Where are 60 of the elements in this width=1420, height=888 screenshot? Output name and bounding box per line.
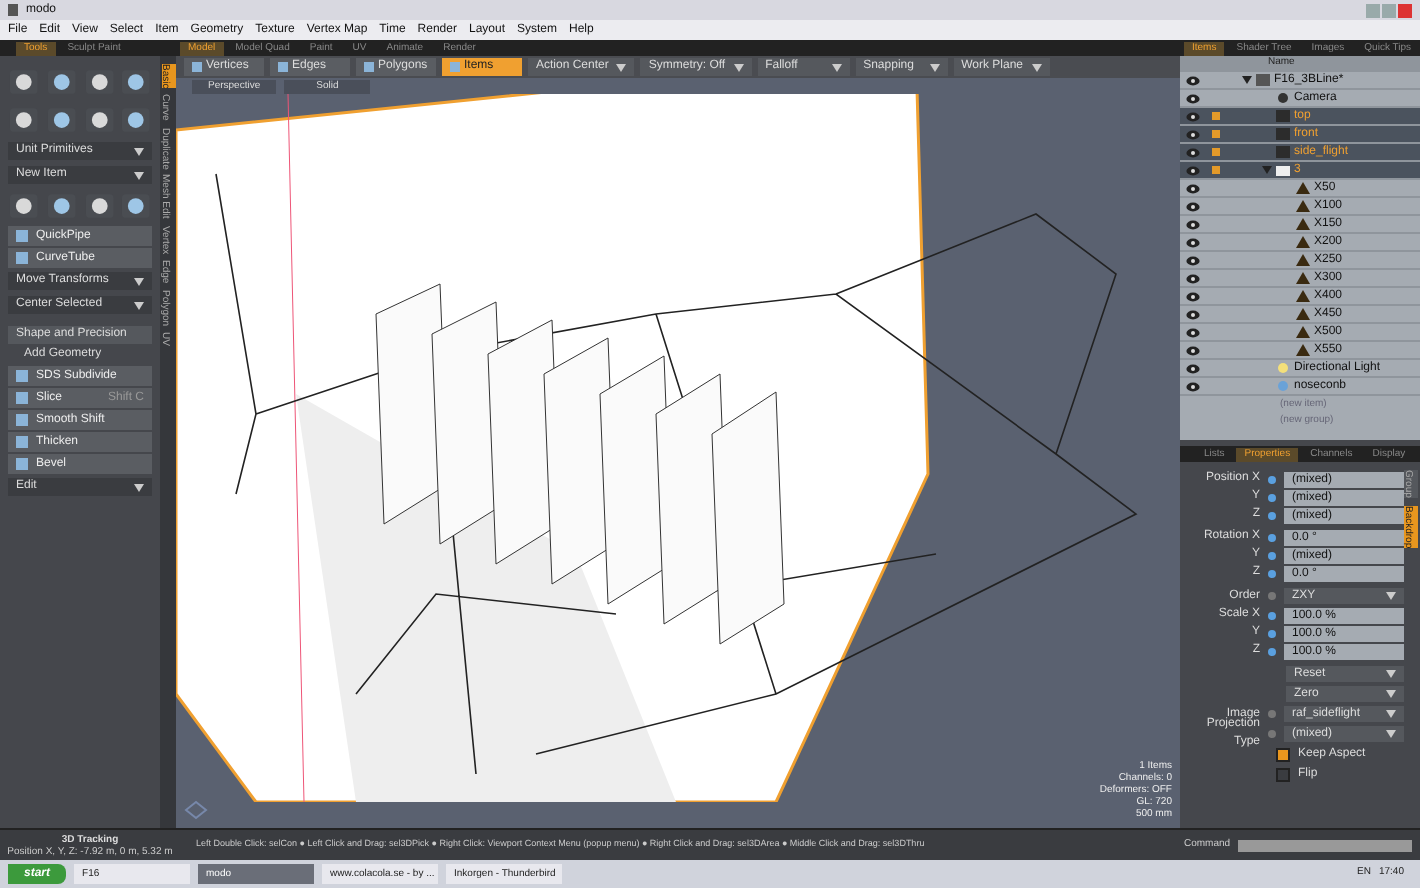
- tool-icon[interactable]: [120, 68, 152, 96]
- lock-icon: [1212, 112, 1220, 120]
- eye-icon[interactable]: [1185, 291, 1199, 301]
- eye-icon[interactable]: [1185, 309, 1199, 319]
- eye-icon[interactable]: [1185, 75, 1199, 85]
- eye-icon[interactable]: [1185, 381, 1199, 391]
- caret-icon: [134, 483, 144, 491]
- cube-icon: [450, 62, 460, 72]
- checkbox[interactable]: [1276, 747, 1290, 761]
- eye-icon[interactable]: [1185, 93, 1199, 103]
- tool-icon[interactable]: [45, 192, 77, 220]
- eye-icon[interactable]: [1185, 147, 1199, 157]
- expand-caret-icon[interactable]: [1242, 76, 1252, 84]
- lock-icon: [1212, 166, 1220, 174]
- cube-icon: [278, 62, 288, 72]
- caret-icon: [1031, 63, 1041, 71]
- caret-icon: [733, 63, 744, 71]
- caret-icon: [1386, 690, 1396, 698]
- lock-icon: [1212, 148, 1220, 156]
- checkbox[interactable]: [1276, 767, 1290, 781]
- tool-icon[interactable]: [83, 192, 115, 220]
- eye-icon[interactable]: [1185, 255, 1199, 265]
- eye-icon[interactable]: [1185, 273, 1199, 283]
- eye-icon[interactable]: [1185, 237, 1199, 247]
- eye-icon[interactable]: [1185, 129, 1199, 139]
- tool-icon[interactable]: [45, 106, 77, 134]
- tool-icon[interactable]: [83, 106, 115, 134]
- caret-icon: [134, 301, 144, 309]
- cube-icon: [192, 62, 202, 72]
- tool-icon[interactable]: [120, 192, 152, 220]
- tool-icon[interactable]: [83, 68, 115, 96]
- tool-icon[interactable]: [45, 68, 77, 96]
- caret-icon: [134, 277, 144, 285]
- caret-icon: [134, 147, 144, 155]
- tool-icon[interactable]: [8, 106, 40, 134]
- eye-icon[interactable]: [1185, 327, 1199, 337]
- caret-icon: [1386, 670, 1396, 678]
- caret-icon: [929, 63, 940, 71]
- axis-icon: [184, 800, 208, 820]
- eye-icon[interactable]: [1185, 111, 1199, 121]
- lock-icon: [1212, 130, 1220, 138]
- tool-icon[interactable]: [8, 192, 40, 220]
- cube-icon: [364, 62, 374, 72]
- eye-icon[interactable]: [1185, 363, 1199, 373]
- caret-icon: [1386, 592, 1396, 600]
- eye-icon[interactable]: [1185, 219, 1199, 229]
- caret-icon: [831, 63, 842, 71]
- eye-icon[interactable]: [1185, 165, 1199, 175]
- eye-icon[interactable]: [1185, 183, 1199, 193]
- tool-icon[interactable]: [120, 106, 152, 134]
- close-icon[interactable]: [1398, 3, 1412, 17]
- eye-icon[interactable]: [1185, 201, 1199, 211]
- caret-icon: [1386, 710, 1396, 718]
- tool-icon[interactable]: [8, 68, 40, 96]
- caret-icon: [616, 63, 627, 71]
- caret-icon: [1386, 730, 1396, 738]
- app-icon: [8, 4, 18, 16]
- caret-icon: [134, 171, 144, 179]
- eye-icon[interactable]: [1185, 345, 1199, 355]
- command-field[interactable]: [1238, 839, 1412, 851]
